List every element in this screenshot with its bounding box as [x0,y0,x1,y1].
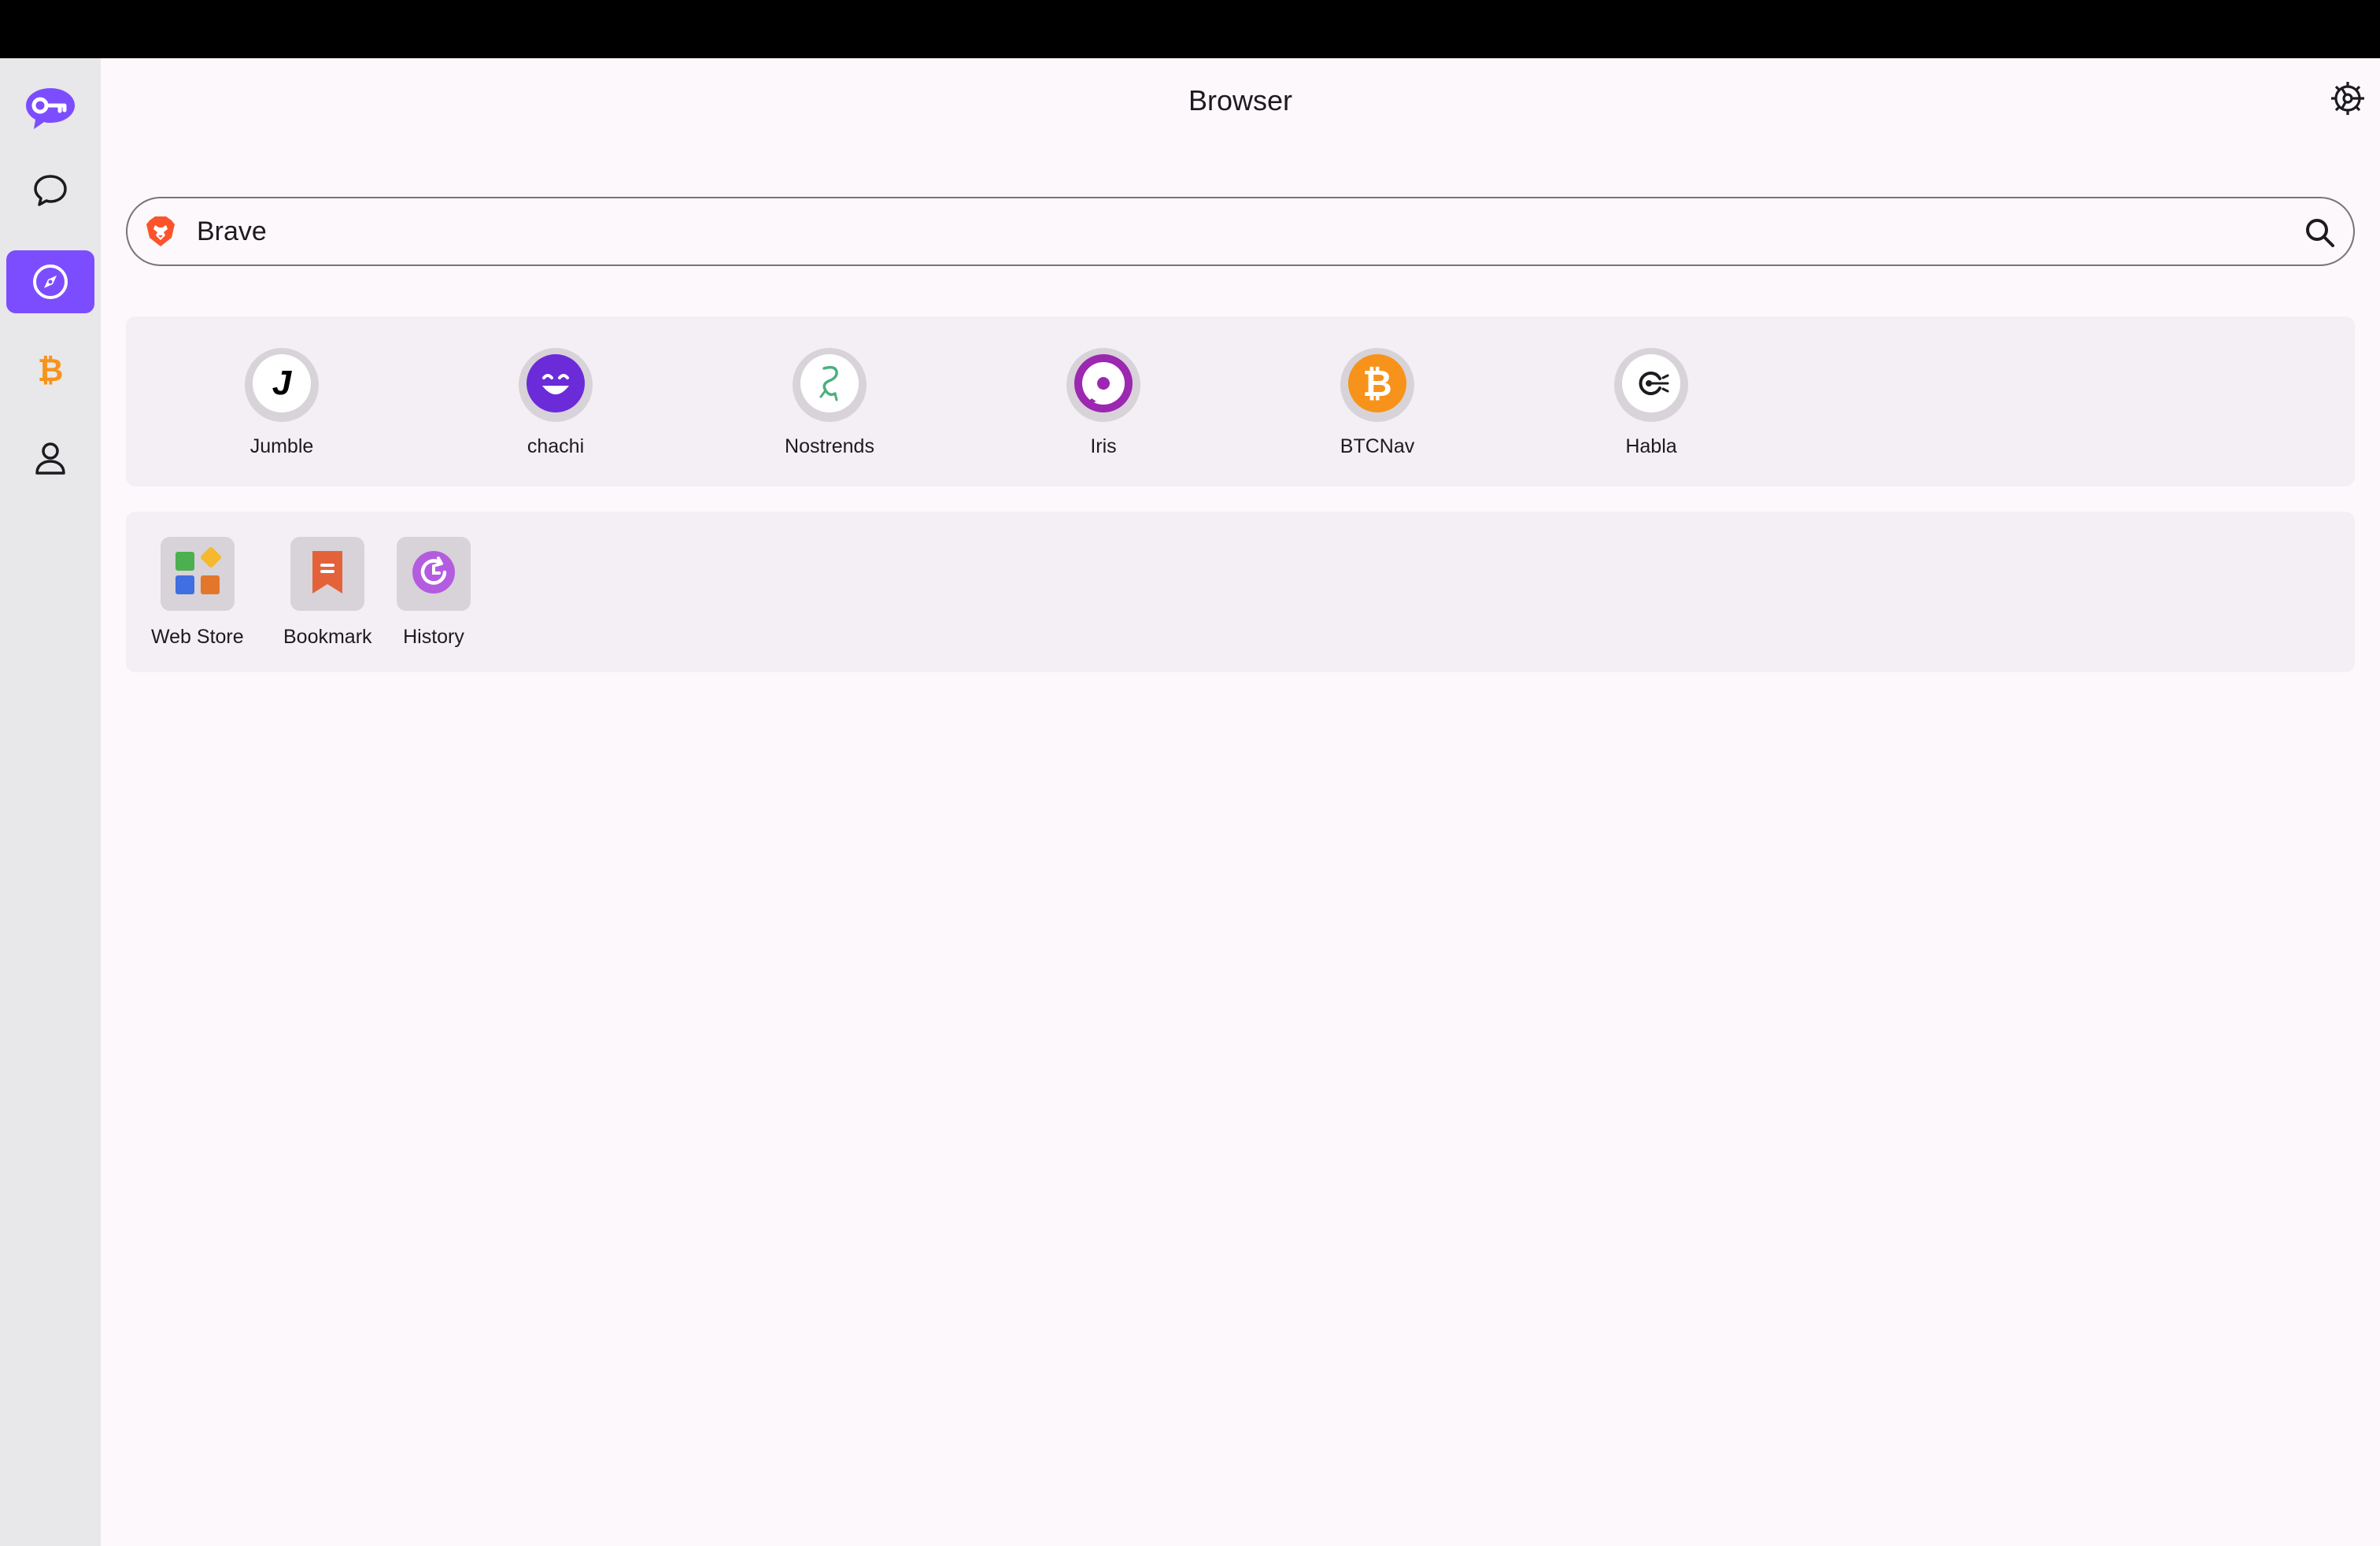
tool-label: Bookmark [283,626,372,648]
tool-web-store[interactable]: Web Store [151,537,244,649]
app-label: BTCNav [1340,435,1415,457]
iris-icon [1074,353,1133,416]
sidebar-item-profile[interactable] [6,427,94,490]
bitcoin-icon: ₿ [1348,353,1406,416]
app-shortcut-iris[interactable]: Iris [1009,348,1198,458]
browser-tools-panel: Web Store Bookmark History [126,512,2355,672]
app-icon-frame: J [245,348,319,422]
app-icon-frame: ₿ [1340,348,1414,422]
app-icon-frame [793,348,867,422]
app-label: Iris [1090,435,1117,457]
browser-page: Browser Brave J Jumble chachi Nostrends … [101,58,2380,1546]
brave-lion-icon[interactable] [143,214,178,249]
search-icon[interactable] [2301,214,2339,252]
chat-bubble-icon [32,172,68,209]
sidebar: ₿ [0,58,101,1546]
person-icon [32,440,68,476]
tool-icon-frame [397,537,471,611]
settings-button[interactable] [2328,80,2367,120]
tool-icon-frame [290,537,365,611]
app-label: Nostrends [785,435,874,457]
svg-text:J: J [272,364,293,402]
svg-text:₿: ₿ [38,353,64,388]
jumble-icon: J [253,353,311,416]
history-icon [408,547,459,601]
app-shortcut-habla[interactable]: Habla [1557,348,1746,458]
habla-icon [1622,353,1680,416]
top-bar [0,0,2380,58]
app-shortcut-nostrends[interactable]: Nostrends [735,348,924,458]
app-icon-frame [1614,348,1688,422]
search-input[interactable] [197,209,2275,253]
sidebar-item-wallet[interactable]: ₿ [6,338,94,401]
gear-icon [2329,80,2367,121]
nostrends-icon [800,353,859,416]
chachi-smiley-icon [527,353,585,416]
key-chat-logo-icon [24,86,77,131]
app-shortcut-btcnav[interactable]: ₿ BTCNav [1283,348,1472,458]
page-title: Browser [1188,84,1293,117]
app-icon-frame [519,348,593,422]
app-shortcut-chachi[interactable]: chachi [461,348,650,458]
app-label: chachi [527,435,585,457]
app-label: Jumble [249,435,314,457]
app-icon-frame [1066,348,1140,422]
tool-bookmark[interactable]: Bookmark [283,537,372,649]
bitcoin-icon: ₿ [35,351,66,389]
tool-label: History [403,626,464,648]
sidebar-item-browser[interactable] [6,250,94,313]
app-label: Habla [1625,435,1677,457]
web-store-icon [172,546,223,601]
tool-history[interactable]: History [397,537,471,649]
search-bar[interactable] [126,197,2355,266]
app-shortcut-jumble[interactable]: J Jumble [187,348,376,458]
tool-icon-frame [160,537,235,611]
sidebar-item-chats[interactable] [6,159,94,222]
app-shortcuts-panel: J Jumble chachi Nostrends Iris ₿ BTCNav … [126,316,2355,486]
compass-icon [31,262,70,301]
bookmark-icon [306,548,349,601]
tool-label: Web Store [151,626,244,648]
sidebar-item-app-logo[interactable] [6,77,94,140]
svg-text:₿: ₿ [1362,363,1392,404]
